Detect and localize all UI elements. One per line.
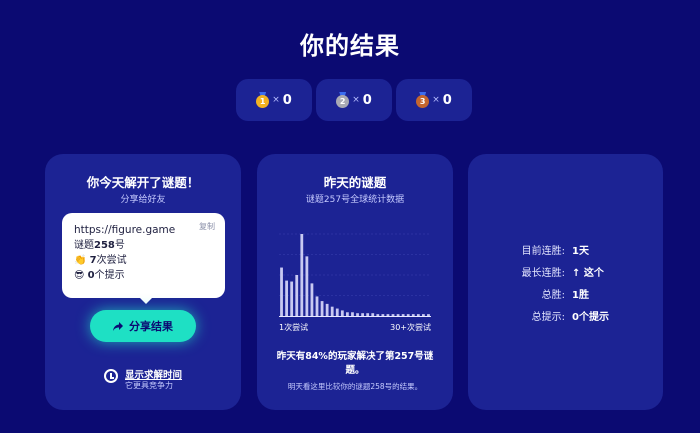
times-sign: × <box>432 95 440 105</box>
axis-right-label: 30+次尝试 <box>390 323 431 332</box>
histogram-bar <box>376 314 380 316</box>
histogram-bar <box>371 313 375 316</box>
histogram-bar <box>356 313 359 316</box>
sunglasses-icon: 😎 <box>74 270 85 281</box>
yesterday-fact-subtitle: 明天看这里比较你的谜题258号的结果。 <box>287 382 423 391</box>
share-puzzle-line: 谜题258号 <box>74 240 125 251</box>
share-attempts-line: 👏 7次尝试 <box>74 255 127 266</box>
histogram-bar <box>310 283 314 316</box>
histogram-bar <box>340 310 344 316</box>
stat-label: 最长连胜: <box>521 267 565 279</box>
copy-button[interactable]: 复制 <box>199 219 215 234</box>
histogram-bar <box>391 314 395 316</box>
share-button-label: 分享结果 <box>129 321 173 333</box>
medal-count: 0 <box>282 92 292 108</box>
histogram-bar <box>422 314 425 316</box>
histogram-bar <box>320 301 324 316</box>
clock-icon <box>104 369 118 383</box>
share-hints-line: 😎 0个提示 <box>74 270 125 281</box>
histogram-bar <box>386 314 390 316</box>
medal-count: 0 <box>442 92 452 108</box>
histogram-bar <box>381 314 385 316</box>
share-card: 你今天解开了谜题！ 分享给好友 复制 https://figure.game 谜… <box>45 154 241 410</box>
share-preview-box: 复制 https://figure.game 谜题258号 👏 7次尝试 😎 0… <box>62 213 225 304</box>
share-card-subtitle: 分享给好友 <box>120 195 166 205</box>
histogram-bar <box>401 314 405 316</box>
share-url: https://figure.game <box>74 224 176 236</box>
stat-value: ↑ 这个 <box>572 267 604 279</box>
stat-label: 总提示: <box>531 311 565 323</box>
share-card-title: 你今天解开了谜题！ <box>86 175 200 190</box>
histogram-bar <box>396 314 400 316</box>
histogram-bar <box>427 314 430 316</box>
medal-count: 0 <box>362 92 372 108</box>
stat-longest-streak: 最长连胜: ↑ 这个 <box>468 260 663 282</box>
yesterday-card-subtitle: 谜题257号全球统计数据 <box>305 195 405 205</box>
page-title: 你的结果 <box>300 32 400 60</box>
histogram-bar <box>416 314 420 316</box>
stat-value: 1胜 <box>572 289 589 301</box>
histogram-bar <box>290 281 294 316</box>
times-sign: × <box>272 95 280 105</box>
medal-silver-count: 2 × 0 <box>316 79 392 121</box>
stat-current-streak: 目前连胜: 1天 <box>468 238 663 260</box>
share-results-button[interactable]: 分享结果 <box>90 310 196 342</box>
stat-label: 目前连胜: <box>521 245 565 257</box>
stat-label: 总胜: <box>541 289 565 301</box>
gold-medal-icon: 1 <box>256 92 270 108</box>
stat-total-wins: 总胜: 1胜 <box>468 282 663 304</box>
axis-left-label: 1次尝试 <box>279 323 309 332</box>
histogram-bar <box>325 303 329 316</box>
bronze-medal-icon: 3 <box>416 92 430 108</box>
histogram-bar <box>280 267 283 316</box>
clap-icon: 👏 <box>74 255 87 266</box>
histogram-bar <box>361 313 364 316</box>
times-sign: × <box>352 95 360 105</box>
histogram-bar <box>346 312 349 316</box>
solve-time-subtitle: 它更具竞争力 <box>125 381 173 390</box>
stat-value: 1天 <box>572 245 589 257</box>
histogram-bar <box>315 296 319 316</box>
medal-gold-count: 1 × 0 <box>236 79 312 121</box>
attempts-histogram <box>279 233 431 317</box>
stats-card: 目前连胜: 1天 最长连胜: ↑ 这个 总胜: 1胜 总提示: 0个提示 <box>468 154 663 410</box>
histogram-bar <box>330 306 334 316</box>
show-solve-time-link[interactable]: 显示求解时间 <box>125 367 182 381</box>
stat-value: 0个提示 <box>572 311 609 323</box>
histogram-bar <box>300 234 304 316</box>
yesterday-card-title: 昨天的谜题 <box>323 175 387 190</box>
stats-list: 目前连胜: 1天 最长连胜: ↑ 这个 总胜: 1胜 总提示: 0个提示 <box>468 238 663 326</box>
histogram-bar <box>366 313 370 316</box>
histogram-bar <box>295 275 299 316</box>
histogram-bar <box>411 314 415 316</box>
histogram-bar <box>305 256 309 316</box>
histogram-bar <box>351 312 354 316</box>
histogram-bar <box>406 314 410 316</box>
medal-bronze-count: 3 × 0 <box>396 79 472 121</box>
yesterday-card: 昨天的谜题 谜题257号全球统计数据 1次尝试 30+次尝试 昨天有84%的玩家… <box>257 154 453 410</box>
histogram-bar <box>285 280 288 316</box>
silver-medal-icon: 2 <box>336 92 350 108</box>
stat-total-hints: 总提示: 0个提示 <box>468 304 663 326</box>
histogram-bar <box>335 308 339 316</box>
share-arrow-icon <box>113 321 123 331</box>
yesterday-fact: 昨天有84%的玩家解决了第257号谜题。 <box>276 351 434 376</box>
